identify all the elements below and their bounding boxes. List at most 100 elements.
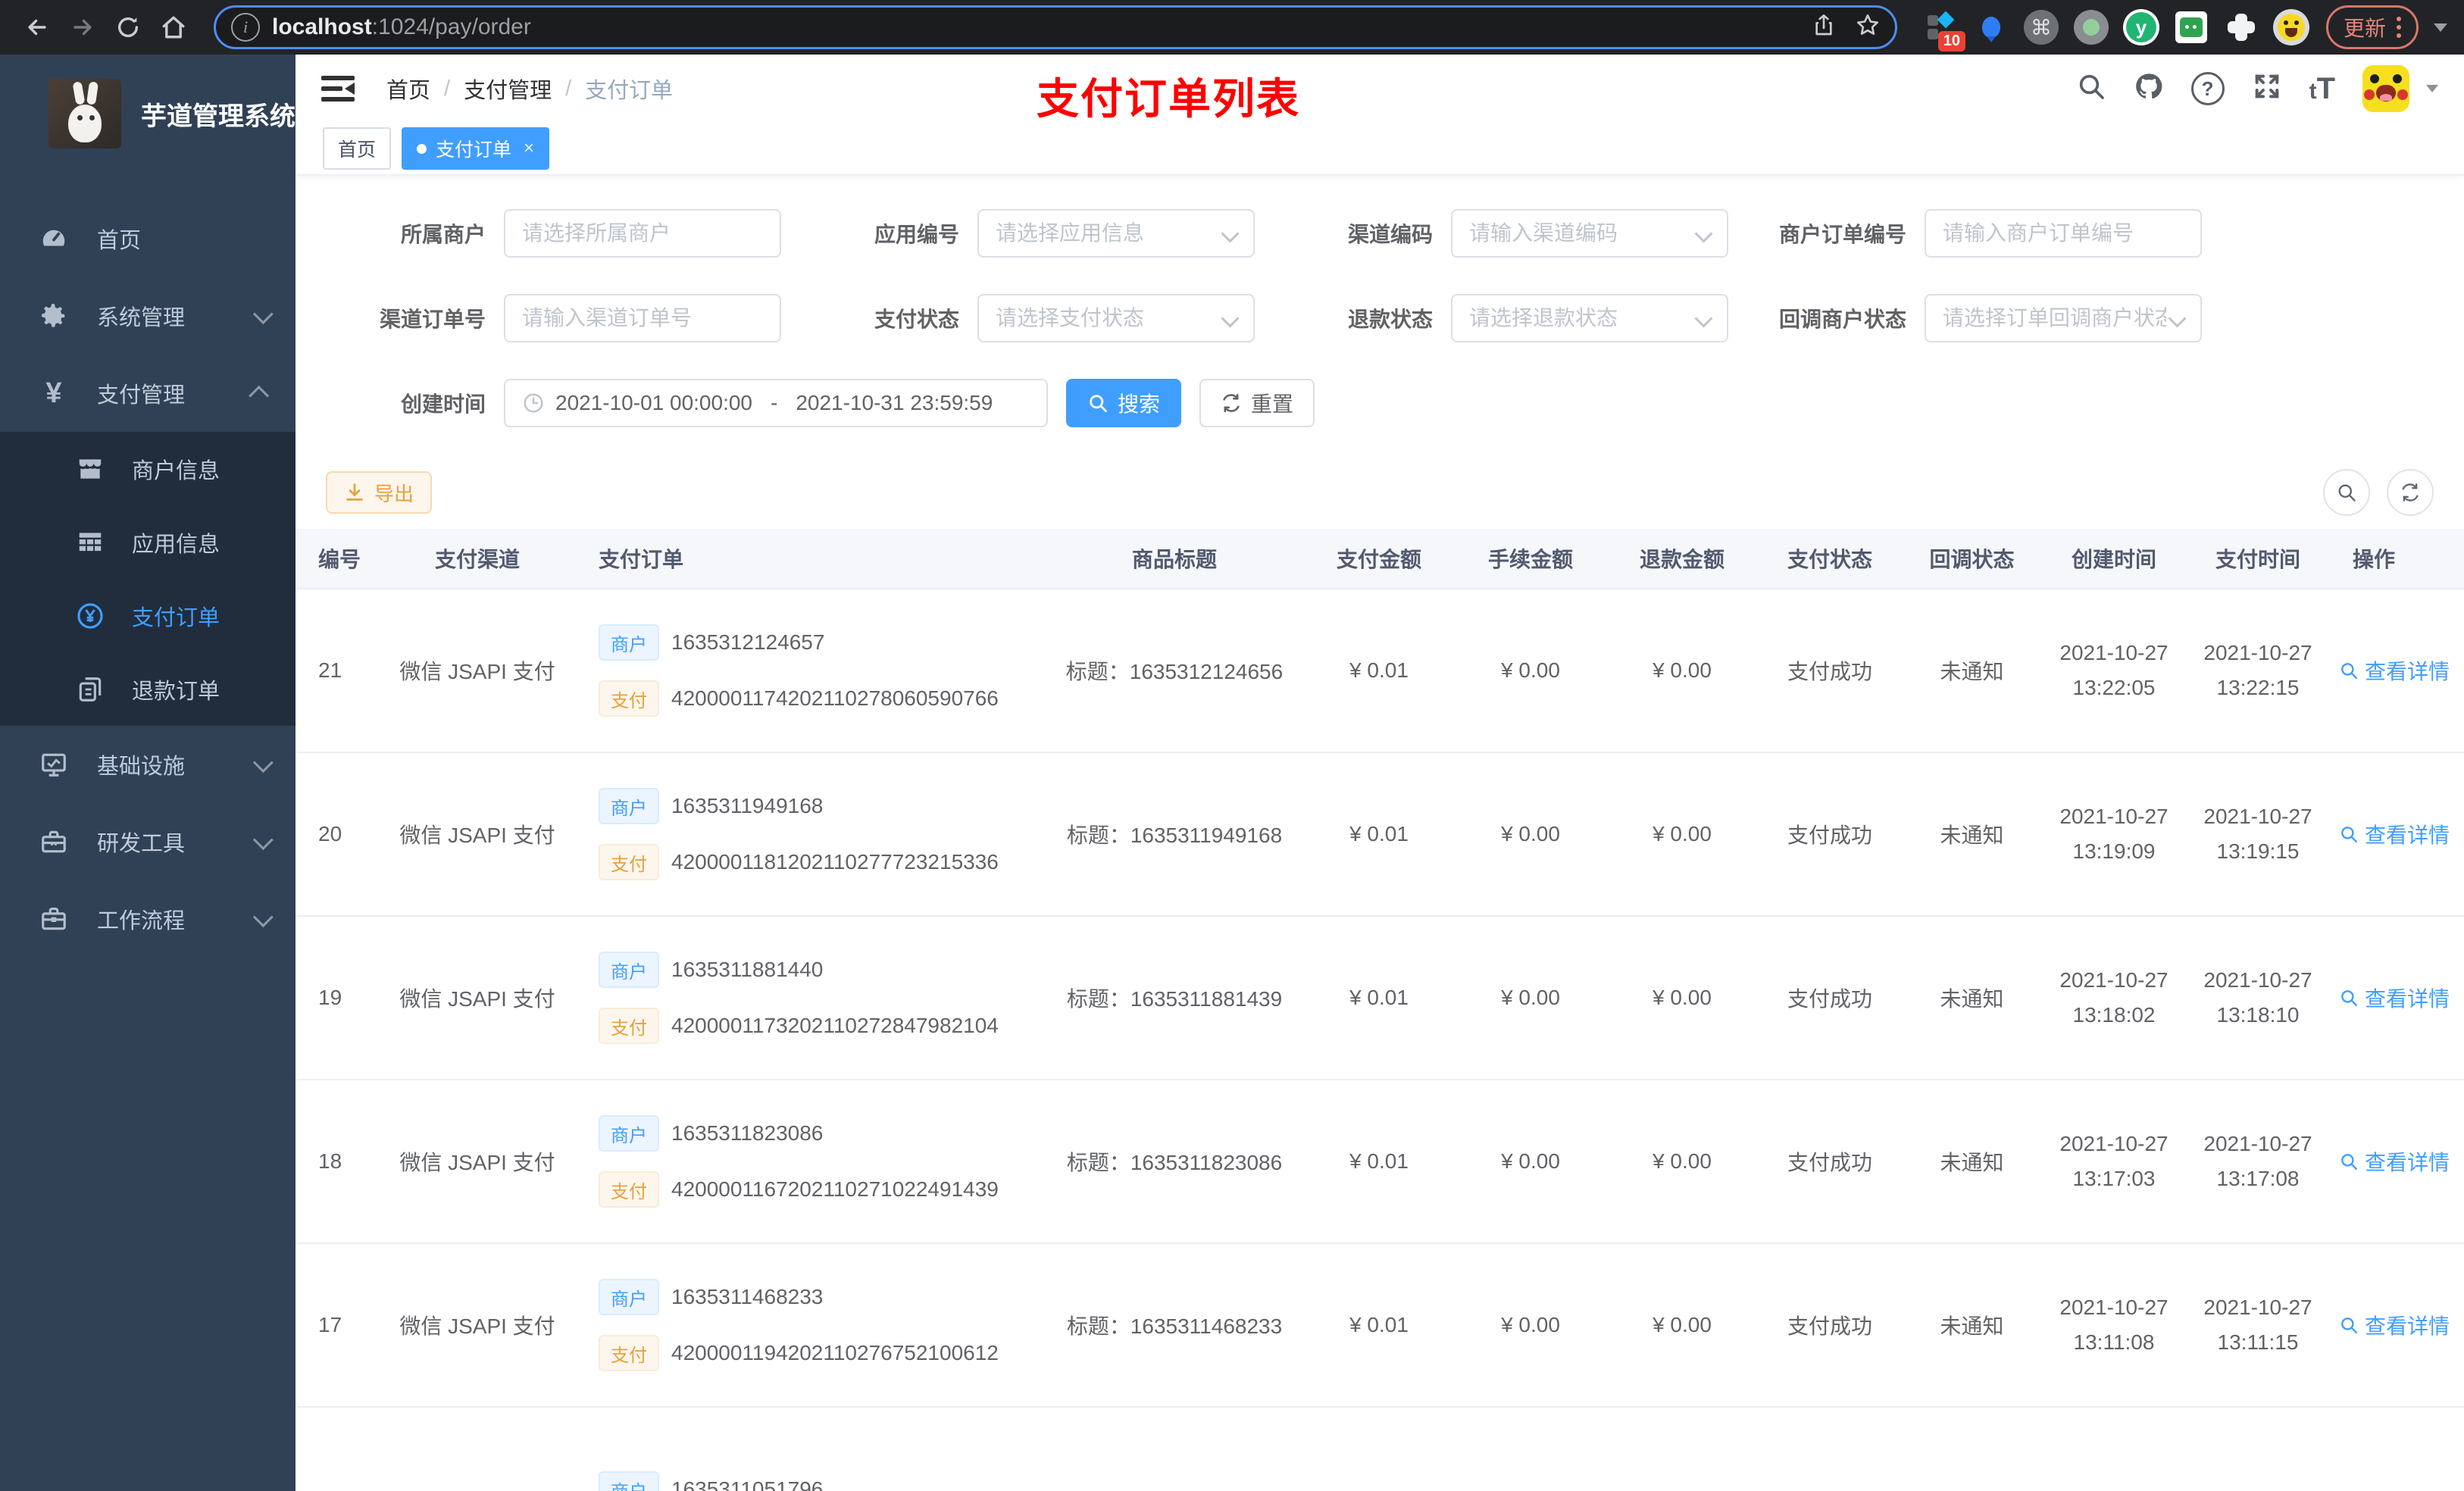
breadcrumb-pay-manage[interactable]: 支付管理: [464, 73, 552, 105]
view-detail-link[interactable]: 查看详情: [2339, 655, 2450, 686]
close-icon[interactable]: ×: [524, 138, 534, 159]
tab-manager-extension-icon[interactable]: 10: [1921, 8, 1965, 52]
filter-label-notify-status: 回调商户状态: [1778, 308, 1906, 331]
view-detail-link[interactable]: 查看详情: [2339, 819, 2450, 849]
sidebar-item-refund-order[interactable]: 退款订单: [0, 652, 295, 726]
chevron-up-icon: [249, 385, 270, 406]
notify-status-select[interactable]: [1925, 294, 2202, 342]
sidebar-item-app-info[interactable]: 应用信息: [0, 505, 295, 579]
pay-tag: 支付: [599, 1171, 659, 1208]
pay-tag: 支付: [599, 844, 659, 880]
table-row: 18 微信 JSAPI 支付 商户 1635311823086 支付 4200001…: [295, 1080, 2464, 1244]
navbar-actions: ? tT: [2076, 65, 2438, 112]
channel-order-no-input[interactable]: [504, 294, 781, 342]
sidebar-item-merchant-info[interactable]: 商户信息: [0, 432, 295, 505]
top-navbar: 首页 / 支付管理 / 支付订单 支付订单列表 ? tT: [295, 55, 2464, 123]
merchant-tag: 商户: [599, 952, 659, 988]
chevron-down-icon: [252, 752, 274, 773]
date-end-value: 2021-10-31 23:59:59: [796, 391, 993, 414]
browser-back-icon[interactable]: [17, 7, 58, 48]
search-icon[interactable]: [2076, 71, 2106, 107]
toggle-search-button[interactable]: [2323, 469, 2370, 516]
fullscreen-icon[interactable]: [2252, 71, 2282, 107]
sidebar-menu: 首页 系统管理 ¥ 支付管理 商户信息 应用信息 支付订单 退款订单 基础设施 …: [0, 200, 295, 958]
sidebar-item-infra[interactable]: 基础设施: [0, 726, 295, 803]
active-tab-dot: [417, 143, 427, 154]
sidebar-item-home[interactable]: 首页: [0, 200, 295, 277]
col-id: 编号: [295, 529, 379, 589]
gear-icon: [36, 302, 71, 330]
app-select[interactable]: [977, 209, 1255, 258]
yen-icon: ¥: [45, 377, 62, 409]
chevron-down-icon: [252, 303, 274, 324]
reset-button[interactable]: 重置: [1199, 379, 1315, 427]
table-row: 19 微信 JSAPI 支付 商户 1635311881440 支付 4200001…: [295, 916, 2464, 1080]
avatar-caret-icon[interactable]: [2426, 85, 2438, 92]
site-info-icon[interactable]: i: [231, 13, 260, 42]
col-subject: 商品标题: [1046, 529, 1303, 589]
merchant-tag: 商户: [599, 1279, 659, 1315]
browser-home-icon[interactable]: [153, 7, 194, 48]
y-extension-icon[interactable]: y: [2122, 8, 2161, 47]
col-notify: 回调状态: [1902, 529, 2042, 589]
sidebar-item-devtools[interactable]: 研发工具: [0, 803, 295, 880]
github-icon[interactable]: [2134, 71, 2164, 107]
sidebar-item-pay-order[interactable]: 支付订单: [0, 579, 295, 652]
view-detail-link[interactable]: 查看详情: [2339, 983, 2450, 1013]
puzzle-extensions-icon[interactable]: [2222, 8, 2261, 47]
breadcrumb-home[interactable]: 首页: [386, 73, 430, 105]
page-title-annotation: 支付订单列表: [1037, 75, 1300, 123]
sidebar-item-system[interactable]: 系统管理: [0, 277, 295, 355]
sidebar-logo[interactable]: 芋道管理系统: [0, 55, 295, 171]
chrome-caret-icon[interactable]: [2434, 23, 2447, 32]
search-button[interactable]: 搜索: [1066, 379, 1182, 427]
browser-forward-icon[interactable]: [62, 7, 103, 48]
view-detail-link[interactable]: 查看详情: [2339, 1146, 2450, 1177]
shop-icon: [73, 455, 108, 483]
command-extension-icon[interactable]: ⌘: [2022, 8, 2061, 47]
col-action: 操作: [2330, 529, 2464, 589]
chevron-down-icon: [1694, 308, 1713, 328]
col-fee: 手续金额: [1455, 529, 1606, 589]
bookmark-star-icon[interactable]: [1856, 13, 1880, 42]
table-toolbar: 导出: [295, 469, 2464, 516]
browser-update-button[interactable]: 更新: [2325, 5, 2419, 49]
chevron-down-icon: [1221, 223, 1240, 243]
pay-status-select[interactable]: [977, 294, 1255, 342]
sidebar-item-workflow[interactable]: 工作流程: [0, 880, 295, 958]
profile-emoji-icon[interactable]: [2272, 8, 2311, 47]
tab-pay-order[interactable]: 支付订单 ×: [402, 127, 550, 170]
filter-label-merchant-order-no: 商户订单编号: [1778, 223, 1906, 246]
share-icon[interactable]: [1812, 13, 1836, 42]
sidebar-collapse-icon[interactable]: [321, 74, 355, 103]
help-icon[interactable]: ?: [2190, 72, 2225, 105]
export-button[interactable]: 导出: [326, 471, 433, 514]
tab-home[interactable]: 首页: [323, 127, 392, 170]
filter-label-pay-status: 支付状态: [874, 308, 959, 331]
recorder-extension-icon[interactable]: [2072, 8, 2111, 47]
refund-status-select[interactable]: [1451, 294, 1728, 342]
grid-icon: [73, 528, 108, 557]
view-detail-link[interactable]: 查看详情: [2339, 1310, 2450, 1340]
browser-menu-icon[interactable]: [2397, 17, 2401, 38]
chat-extension-icon[interactable]: [2172, 8, 2211, 47]
table-row: 20 微信 JSAPI 支付 商户 1635311949168 支付 4200001…: [295, 752, 2464, 917]
browser-reload-icon[interactable]: [108, 7, 149, 48]
create-time-range-picker[interactable]: 2021-10-01 00:00:00 - 2021-10-31 23:59:5…: [504, 379, 1048, 427]
merchant-order-no-input[interactable]: [1925, 209, 2202, 258]
font-size-icon[interactable]: tT: [2309, 72, 2335, 106]
refresh-button[interactable]: [2387, 469, 2434, 516]
table-row-partial: 商户1635311051796: [295, 1407, 2464, 1491]
sidebar-item-pay[interactable]: ¥ 支付管理: [0, 355, 295, 432]
url-bar[interactable]: i localhost:1024/pay/order: [214, 5, 1897, 49]
channel-code-select[interactable]: [1451, 209, 1728, 258]
user-avatar[interactable]: [2362, 65, 2409, 112]
col-pay-order: 支付订单: [576, 529, 1046, 589]
toolbox-icon: [36, 827, 71, 856]
balloon-extension-icon[interactable]: [1972, 8, 2011, 47]
page-content: 所属商户 应用编号 渠道编码 商户订单编号: [295, 176, 2464, 1491]
chevron-down-icon: [1221, 308, 1240, 328]
filter-label-merchant: 所属商户: [400, 223, 486, 246]
chevron-down-icon: [2168, 308, 2187, 328]
merchant-input[interactable]: [504, 209, 781, 258]
